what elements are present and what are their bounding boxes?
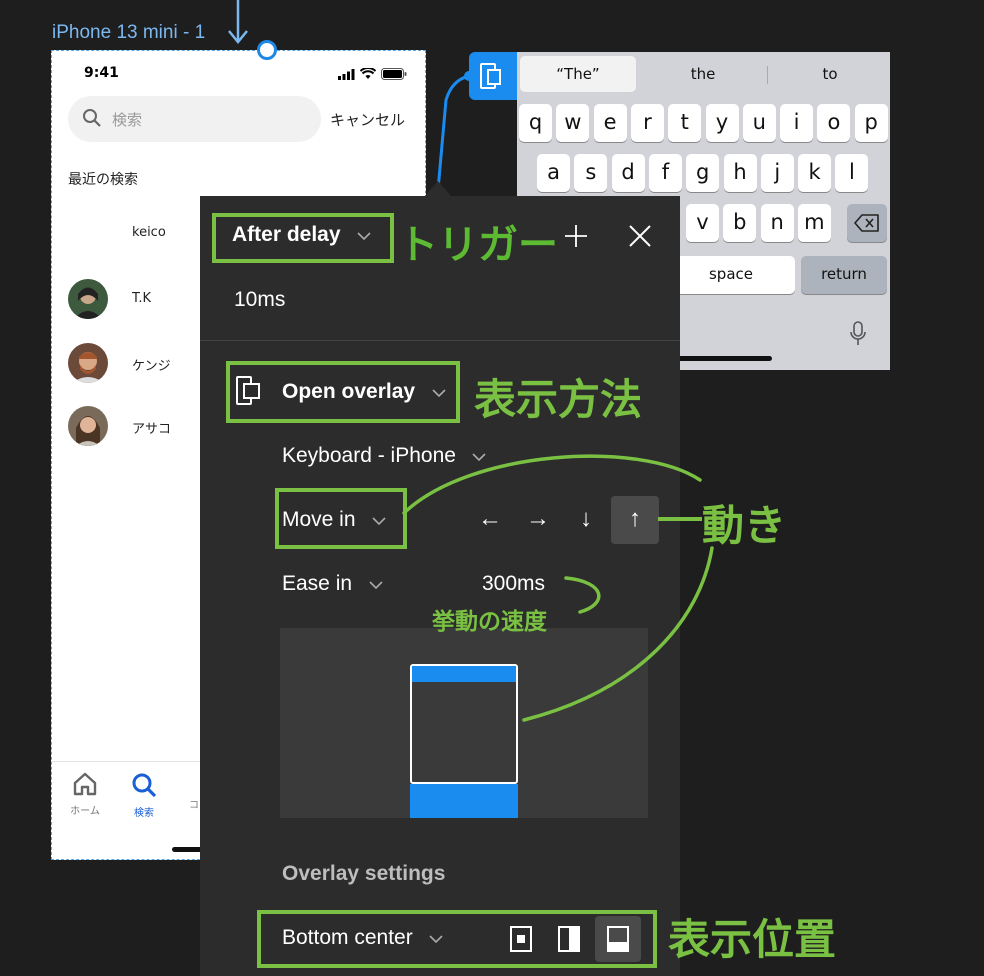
space-key[interactable]: space <box>667 256 795 294</box>
interaction-panel: After delay 10ms Open overlay Keyboard -… <box>200 196 680 976</box>
key-s[interactable]: s <box>574 154 608 192</box>
key-v[interactable]: v <box>686 204 719 242</box>
avatar <box>68 279 108 319</box>
key-y[interactable]: y <box>705 104 739 142</box>
animation-preview <box>280 628 648 818</box>
key-k[interactable]: k <box>798 154 832 192</box>
annotation-box-motion <box>275 488 407 549</box>
key-l[interactable]: l <box>835 154 869 192</box>
annotation-display-method: 表示方法 <box>474 375 643 424</box>
avatar <box>68 343 108 383</box>
preview-overlay <box>410 784 518 818</box>
user-name: T.K <box>132 291 152 306</box>
key-d[interactable]: d <box>611 154 645 192</box>
plus-icon[interactable] <box>564 224 588 248</box>
user-name: keico <box>132 225 166 240</box>
key-p[interactable]: p <box>854 104 888 142</box>
key-j[interactable]: j <box>760 154 794 192</box>
annotation-display-position: 表示位置 <box>668 915 837 964</box>
direction-right-button[interactable]: → <box>514 496 562 544</box>
key-t[interactable]: t <box>668 104 702 142</box>
cancel-button[interactable]: キャンセル <box>330 109 405 130</box>
close-icon[interactable] <box>628 224 652 248</box>
search-icon <box>132 773 157 798</box>
key-q[interactable]: q <box>519 104 552 142</box>
tab-label: ホーム <box>70 806 100 817</box>
chevron-down-icon <box>472 453 486 462</box>
backspace-icon <box>854 214 879 232</box>
status-time: 9:41 <box>84 65 119 81</box>
arrow-down-icon <box>228 0 248 44</box>
frame-label[interactable]: iPhone 13 mini - 1 <box>52 22 205 44</box>
direction-left-button[interactable]: ← <box>466 496 514 544</box>
home-icon <box>73 772 97 796</box>
key-n[interactable]: n <box>760 204 794 242</box>
duration-value: 300ms <box>482 572 546 595</box>
destination-dropdown[interactable]: Keyboard - iPhone <box>282 444 486 468</box>
key-i[interactable]: i <box>780 104 814 142</box>
search-icon <box>83 109 101 127</box>
suggestion-bar: “The” the to <box>517 52 890 96</box>
chevron-down-icon <box>368 581 383 590</box>
key-m[interactable]: m <box>797 204 831 242</box>
status-bar: 9:41 <box>52 51 425 95</box>
recent-searches-title: 最近の検索 <box>68 172 138 188</box>
search-placeholder: 検索 <box>112 111 143 129</box>
easing-dropdown[interactable]: Ease in <box>282 572 383 596</box>
overlay-icon <box>480 63 501 89</box>
key-e[interactable]: e <box>593 104 627 142</box>
annotation-trigger: トリガー <box>398 222 558 268</box>
search-row: 検索 キャンセル <box>68 96 413 142</box>
wifi-icon <box>360 68 376 79</box>
delete-key[interactable] <box>847 204 887 242</box>
signal-icon <box>338 68 355 80</box>
battery-icon <box>381 68 407 80</box>
annotation-speed: 挙動の速度 <box>432 609 547 635</box>
tab-home[interactable]: ホーム <box>55 772 115 817</box>
annotation-box-display-method <box>226 361 460 423</box>
microphone-icon[interactable] <box>849 320 867 348</box>
search-input[interactable]: 検索 <box>68 96 321 142</box>
key-w[interactable]: w <box>556 104 590 142</box>
annotation-box-trigger <box>212 213 394 263</box>
preview-screen <box>410 664 518 784</box>
suggestion-item[interactable]: to <box>770 56 890 92</box>
annotation-motion: 動き <box>702 501 787 550</box>
easing-value: Ease in <box>282 572 353 595</box>
key-h[interactable]: h <box>723 154 757 192</box>
panel-pointer <box>424 181 452 197</box>
avatar <box>68 406 108 446</box>
key-b[interactable]: b <box>723 204 757 242</box>
key-a[interactable]: a <box>537 154 570 192</box>
key-o[interactable]: o <box>817 104 851 142</box>
overlay-badge[interactable] <box>469 52 517 100</box>
suggestion-item[interactable]: “The” <box>520 56 636 92</box>
duration-field[interactable]: 300ms <box>482 572 545 596</box>
frame-handle[interactable] <box>257 40 277 60</box>
key-u[interactable]: u <box>742 104 776 142</box>
key-f[interactable]: f <box>648 154 682 192</box>
destination-value: Keyboard - iPhone <box>282 444 456 467</box>
key-g[interactable]: g <box>686 154 720 192</box>
overlay-settings-title: Overlay settings <box>282 862 446 885</box>
direction-down-button[interactable]: ↓ <box>562 496 610 544</box>
divider <box>200 340 680 341</box>
user-name: ケンジ <box>132 359 171 374</box>
return-key[interactable]: return <box>801 256 887 294</box>
suggestion-item[interactable]: the <box>643 56 763 92</box>
key-r[interactable]: r <box>630 104 664 142</box>
delay-field[interactable]: 10ms <box>234 288 285 312</box>
user-name: アサコ <box>132 422 172 437</box>
direction-up-button[interactable]: ↑ <box>611 496 659 544</box>
delay-value: 10ms <box>234 288 286 311</box>
annotation-box-display-position <box>257 910 657 968</box>
